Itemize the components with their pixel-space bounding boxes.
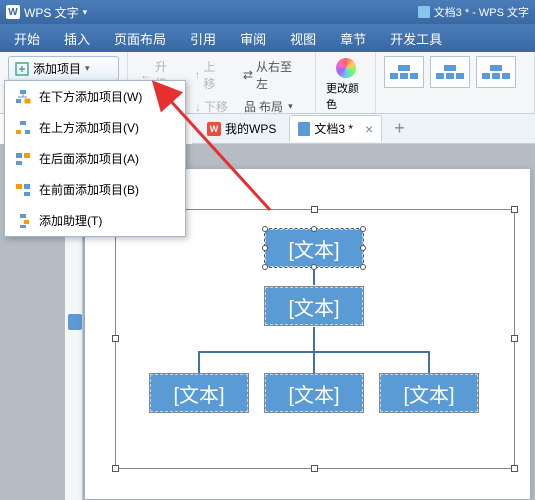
menu-bar: 开始 插入 页面布局 引用 审阅 视图 章节 开发工具 bbox=[0, 24, 535, 52]
org-node-2[interactable]: [文本] bbox=[265, 287, 363, 325]
tab-my-wps[interactable]: W 我的WPS bbox=[198, 115, 285, 142]
app-icon: W bbox=[6, 5, 20, 19]
tab-developer[interactable]: 开发工具 bbox=[378, 24, 454, 52]
add-after-icon bbox=[15, 151, 31, 167]
arrow-down-icon: ↓ bbox=[195, 100, 201, 114]
tab-doc3[interactable]: 文档3 * × bbox=[289, 115, 382, 142]
color-wheel-icon bbox=[336, 58, 356, 78]
dropdown-add-after[interactable]: 在后面添加项目(A) bbox=[5, 143, 185, 174]
tab-view[interactable]: 视图 bbox=[278, 24, 328, 52]
tab-insert[interactable]: 插入 bbox=[52, 24, 102, 52]
arrow-up-icon: ↑ bbox=[194, 68, 200, 82]
change-color-button[interactable]: 更改颜色 bbox=[324, 56, 367, 114]
add-item-icon bbox=[15, 62, 29, 76]
add-assistant-icon bbox=[15, 213, 31, 229]
doc-icon bbox=[298, 122, 310, 136]
move-down-button[interactable]: ↓下移 bbox=[191, 96, 232, 117]
org-node-3[interactable]: [文本] bbox=[150, 374, 248, 412]
chevron-down-icon: ▾ bbox=[85, 63, 90, 74]
org-layout-3[interactable] bbox=[476, 56, 516, 88]
doc-title: 文档3 * - WPS 文字 bbox=[434, 4, 529, 20]
new-tab-button[interactable]: + bbox=[386, 118, 413, 139]
move-up-button[interactable]: ↑上移 bbox=[190, 56, 231, 94]
tab-references[interactable]: 引用 bbox=[178, 24, 228, 52]
org-layout-1[interactable] bbox=[384, 56, 424, 88]
add-below-icon bbox=[15, 89, 31, 105]
dropdown-add-before[interactable]: 在前面添加项目(B) bbox=[5, 174, 185, 205]
page-indicator-icon bbox=[68, 314, 82, 330]
org-layout-2[interactable] bbox=[430, 56, 470, 88]
doc-icon bbox=[418, 6, 430, 18]
dropdown-indicator[interactable]: ▾ bbox=[83, 7, 88, 18]
rtl-button[interactable]: ⇄从右至左 bbox=[239, 56, 307, 94]
tab-layout[interactable]: 页面布局 bbox=[102, 24, 178, 52]
dropdown-add-below[interactable]: 在下方添加项目(W) bbox=[5, 81, 185, 112]
add-item-button[interactable]: 添加项目 ▾ bbox=[8, 56, 119, 81]
tab-home[interactable]: 开始 bbox=[2, 24, 52, 52]
layout-button[interactable]: 品布局▾ bbox=[240, 96, 297, 117]
add-item-dropdown: 在下方添加项目(W) 在上方添加项目(V) 在后面添加项目(A) 在前面添加项目… bbox=[4, 80, 186, 237]
org-node-5[interactable]: [文本] bbox=[380, 374, 478, 412]
layout-icon: 品 bbox=[244, 98, 256, 115]
org-node-4[interactable]: [文本] bbox=[265, 374, 363, 412]
title-bar: W WPS 文字 ▾ 文档3 * - WPS 文字 bbox=[0, 0, 535, 24]
tab-chapter[interactable]: 章节 bbox=[328, 24, 378, 52]
add-above-icon bbox=[15, 120, 31, 136]
wps-icon: W bbox=[207, 122, 221, 136]
dropdown-add-assistant[interactable]: 添加助理(T) bbox=[5, 205, 185, 236]
tab-review[interactable]: 审阅 bbox=[228, 24, 278, 52]
add-before-icon bbox=[15, 182, 31, 198]
org-node-root[interactable]: [文本] bbox=[265, 229, 363, 267]
add-item-label: 添加项目 bbox=[33, 60, 81, 77]
document-tabs: W 我的WPS 文档3 * × + bbox=[192, 114, 535, 144]
close-icon[interactable]: × bbox=[365, 121, 373, 137]
rtl-icon: ⇄ bbox=[243, 68, 253, 82]
dropdown-add-above[interactable]: 在上方添加项目(V) bbox=[5, 112, 185, 143]
app-name: WPS 文字 bbox=[24, 4, 79, 21]
